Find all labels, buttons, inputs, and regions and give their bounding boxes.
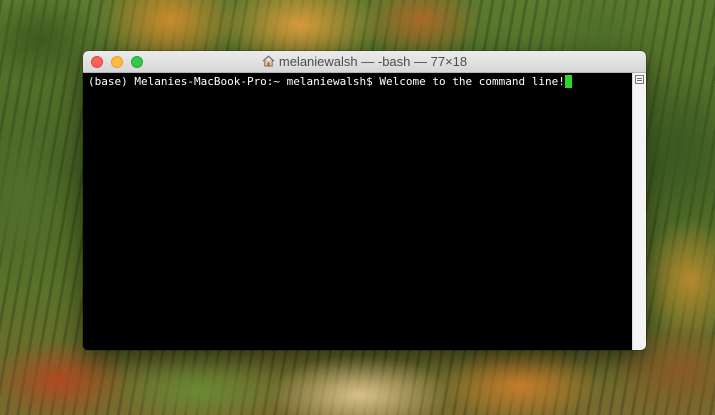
desktop-wallpaper: melaniewalsh — -bash — 77×18 (base) Mela… (0, 0, 715, 415)
shell-prompt: (base) Melanies-MacBook-Pro:~ melaniewal… (88, 75, 380, 88)
command-input[interactable]: Welcome to the command line! (379, 75, 564, 88)
window-title: melaniewalsh — -bash — 77×18 (83, 54, 646, 70)
split-pane-icon[interactable] (635, 75, 644, 84)
home-icon (262, 55, 275, 67)
scrollbar[interactable] (632, 73, 646, 350)
text-cursor (564, 75, 572, 88)
terminal-window[interactable]: melaniewalsh — -bash — 77×18 (base) Mela… (83, 51, 646, 350)
terminal-content[interactable]: (base) Melanies-MacBook-Pro:~ melaniewal… (83, 73, 632, 350)
title-bar[interactable]: melaniewalsh — -bash — 77×18 (83, 51, 646, 73)
window-title-text: melaniewalsh — -bash — 77×18 (278, 54, 468, 69)
terminal-line: (base) Melanies-MacBook-Pro:~ melaniewal… (88, 75, 632, 89)
